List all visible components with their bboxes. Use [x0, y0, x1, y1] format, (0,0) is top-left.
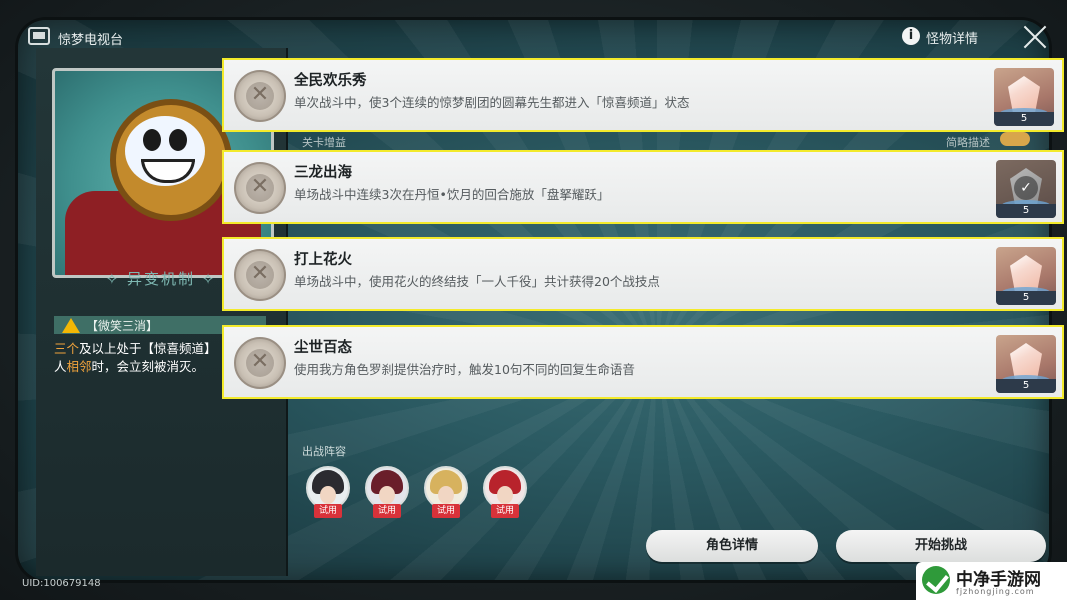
portrait-eye — [169, 129, 187, 151]
avatar-face — [320, 486, 336, 504]
achievement-emblem-icon — [234, 162, 286, 214]
trial-badge: 试用 — [373, 504, 401, 518]
achievement-card[interactable]: 全民欢乐秀 单次战斗中，使3个连续的惊梦剧团的圆幕先生都进入「惊喜频道」状态 5 — [222, 58, 1064, 132]
team-label: 出战阵容 — [302, 445, 346, 458]
page-title: 惊梦电视台 — [58, 33, 124, 48]
achievement-title: 尘世百态 — [294, 340, 352, 356]
uid-label: UID:100679148 — [22, 578, 101, 589]
reward-item[interactable]: 5 — [994, 68, 1054, 126]
achievement-title: 打上花火 — [294, 252, 352, 268]
trial-badge: 试用 — [432, 504, 460, 518]
watermark-logo-icon — [922, 566, 950, 594]
achievement-card[interactable]: 打上花火 单场战斗中，使用花火的终结技「一人千役」共计获得20个战技点 5 — [222, 237, 1064, 311]
reward-item[interactable]: ✓ 5 — [996, 160, 1056, 218]
achievement-card[interactable]: 三龙出海 单场战斗中连续3次在丹恒•饮月的回合施放「盘拏耀跃」 ✓ 5 — [222, 150, 1064, 224]
avatar-face — [379, 486, 395, 504]
desc-highlight: 相邻 — [66, 359, 92, 374]
avatar-face — [497, 486, 513, 504]
checkmark-icon: ✓ — [1014, 176, 1038, 200]
desc-text: 及以上处于【惊喜频道】 — [79, 341, 217, 356]
achievement-emblem-icon — [234, 249, 286, 301]
info-icon[interactable]: i — [902, 27, 920, 45]
reward-qty: 5 — [996, 379, 1056, 393]
mechanic-tag-text: 【微笑三消】 — [86, 318, 159, 333]
trial-badge: 试用 — [491, 504, 519, 518]
achievement-desc: 单场战斗中连续3次在丹恒•饮月的回合施放「盘拏耀跃」 — [294, 187, 610, 202]
trial-badge: 试用 — [314, 504, 342, 518]
stage-buff-label: 关卡增益 — [302, 136, 346, 149]
portrait-eye — [143, 129, 161, 151]
achievement-title: 全民欢乐秀 — [294, 73, 367, 89]
stellar-jade-icon — [1010, 255, 1042, 291]
achievement-desc: 使用我方角色罗刹提供治疗时，触发10句不同的回复生命语音 — [294, 362, 635, 377]
desc-highlight: 三个 — [54, 341, 80, 356]
reward-qty: 5 — [994, 112, 1054, 126]
tv-icon — [28, 27, 50, 45]
achievement-desc: 单次战斗中，使3个连续的惊梦剧团的圆幕先生都进入「惊喜频道」状态 — [294, 95, 690, 110]
desc-text: 人 — [54, 359, 67, 374]
reward-item[interactable]: 5 — [996, 247, 1056, 305]
reward-item[interactable]: 5 — [996, 335, 1056, 393]
stellar-jade-icon — [1008, 76, 1040, 112]
brief-desc-label: 简略描述 — [946, 136, 990, 149]
reward-qty: 5 — [996, 291, 1056, 305]
start-challenge-button[interactable]: 开始挑战 — [836, 530, 1046, 562]
character-details-button[interactable]: 角色详情 — [646, 530, 818, 562]
stellar-jade-icon — [1010, 343, 1042, 379]
achievement-card[interactable]: 尘世百态 使用我方角色罗刹提供治疗时，触发10句不同的回复生命语音 5 — [222, 325, 1064, 399]
monster-details-link[interactable]: 怪物详情 — [926, 28, 978, 47]
achievement-desc: 单场战斗中，使用花火的终结技「一人千役」共计获得20个战技点 — [294, 274, 660, 289]
warning-icon — [62, 317, 80, 333]
achievement-title: 三龙出海 — [294, 165, 352, 181]
achievement-emblem-icon — [234, 337, 286, 389]
reward-qty: 5 — [996, 204, 1056, 218]
avatar-face — [438, 486, 454, 504]
desc-text: 时，会立刻被消灭。 — [91, 359, 205, 374]
brief-desc-toggle[interactable] — [1000, 132, 1030, 146]
achievement-emblem-icon — [234, 70, 286, 122]
close-icon[interactable] — [1022, 24, 1048, 50]
watermark-sub: fjzhongjing.com — [956, 587, 1035, 596]
mechanic-title-text: 异变机制 — [126, 270, 195, 288]
watermark: 中净手游网 fjzhongjing.com — [916, 562, 1067, 600]
